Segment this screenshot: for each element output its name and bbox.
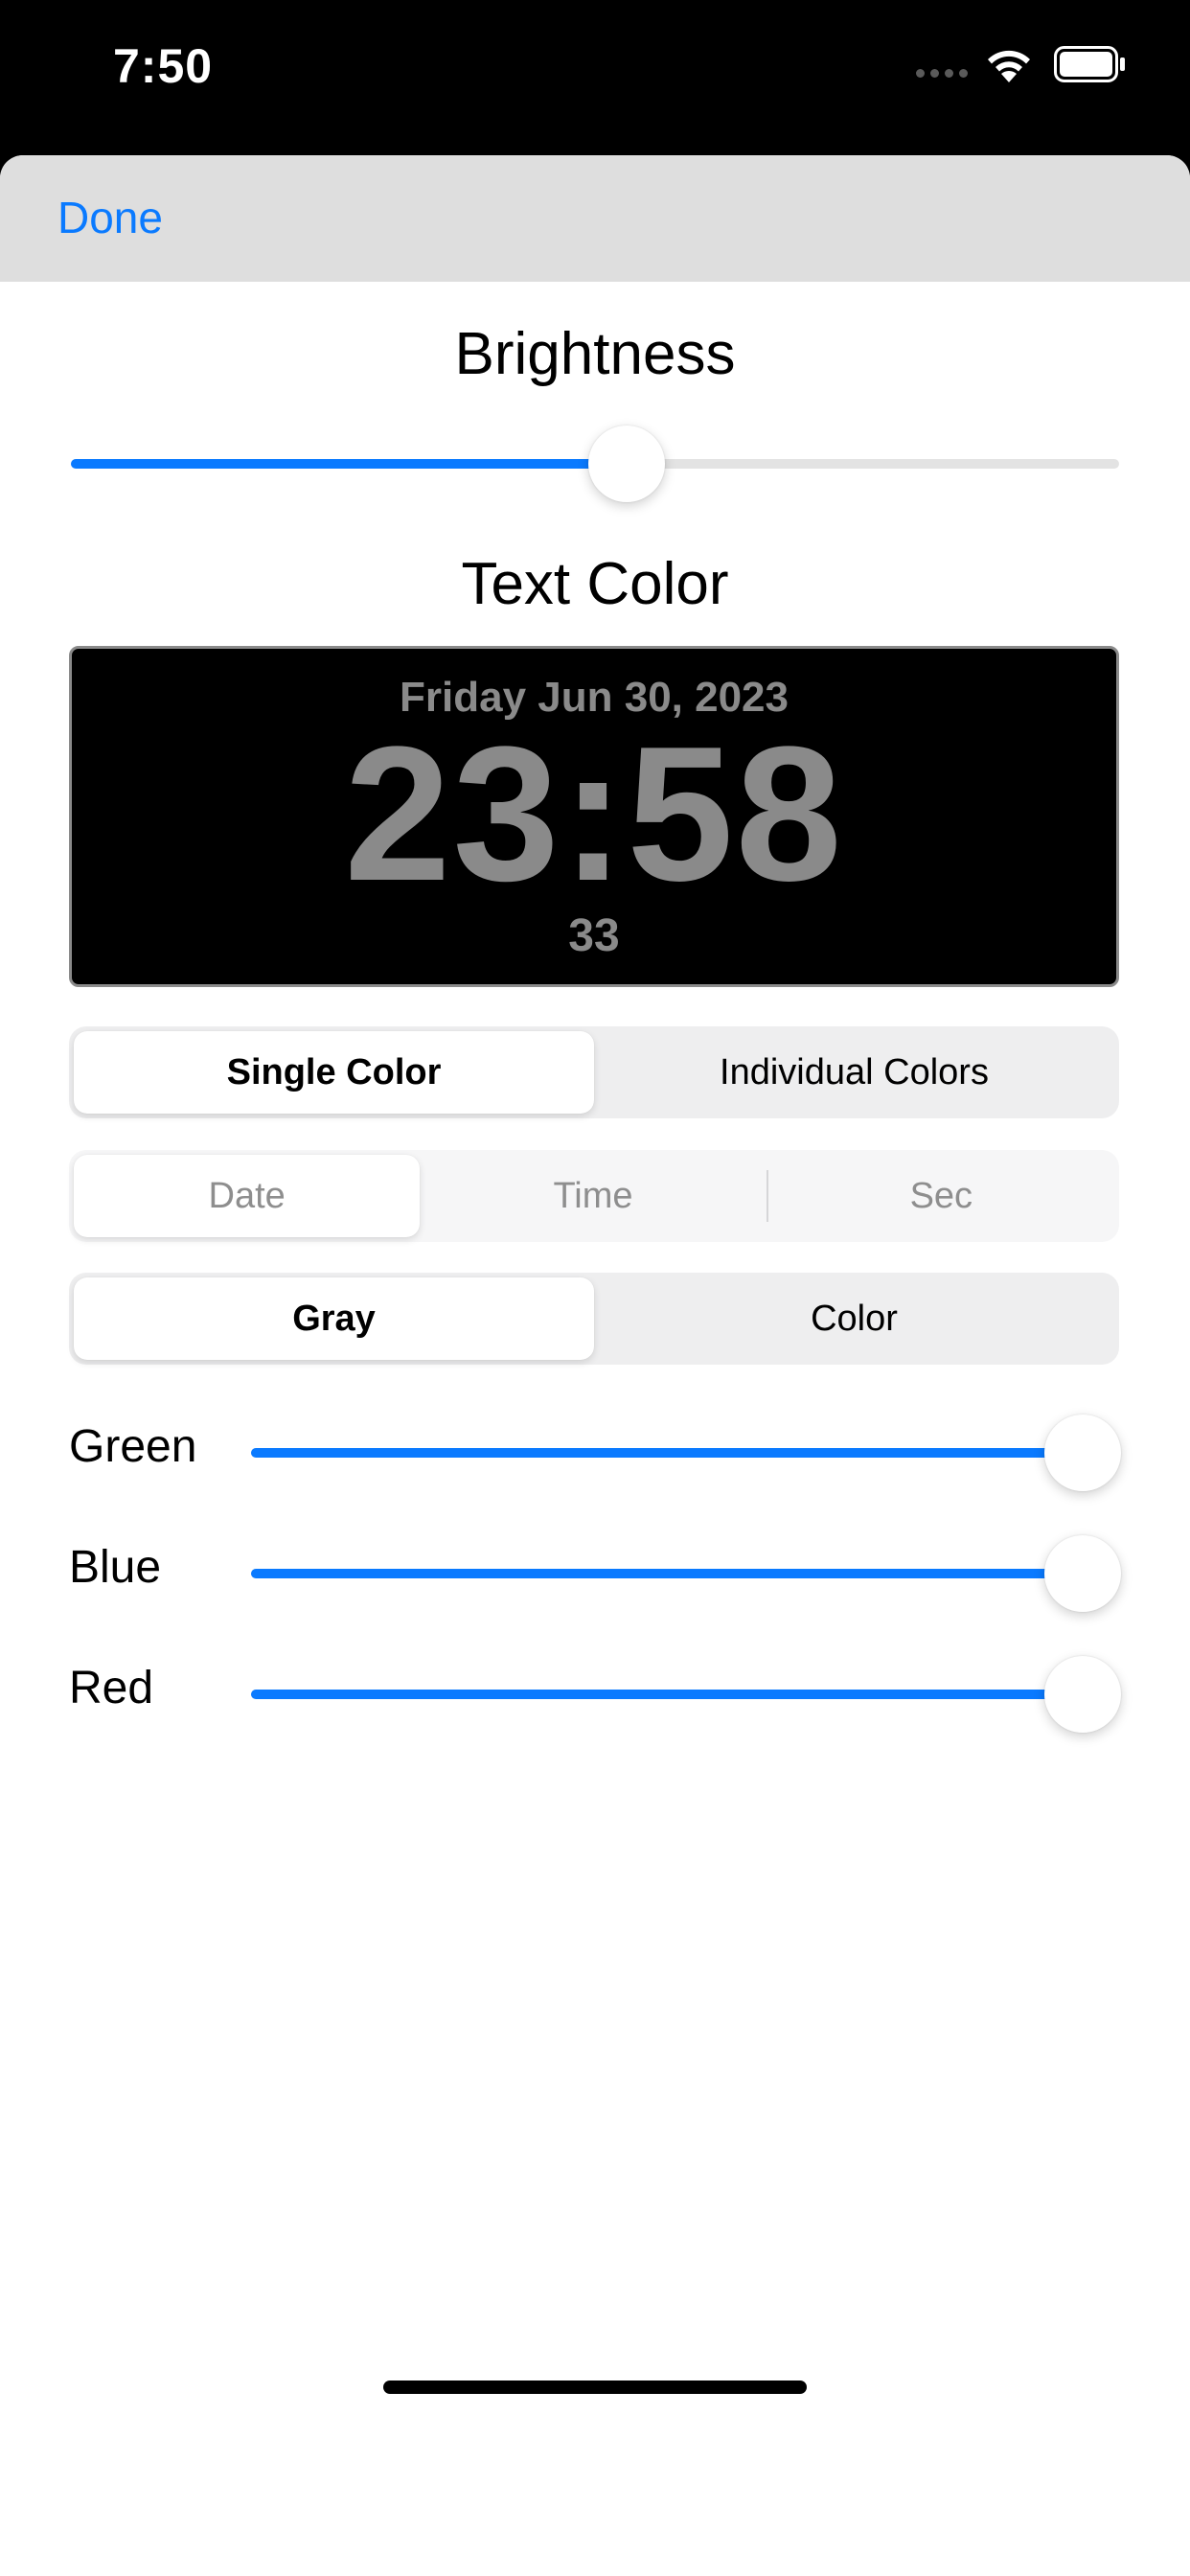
clock-preview: Friday Jun 30, 2023 23:58 33 [69,646,1119,987]
green-slider-fill [251,1448,1083,1458]
segment-date[interactable]: Date [74,1155,421,1237]
blue-slider[interactable] [251,1535,1121,1612]
palette-segmented-control[interactable]: Gray Color [69,1273,1119,1365]
status-time: 7:50 [113,39,214,93]
green-slider-thumb[interactable] [1044,1414,1121,1491]
clock-time: 23:58 [344,707,844,921]
component-segmented-control[interactable]: Date Time Sec [69,1150,1119,1242]
segment-color[interactable]: Color [594,1277,1114,1360]
green-slider[interactable] [251,1414,1121,1491]
segment-time[interactable]: Time [420,1155,766,1237]
segment-sec[interactable]: Sec [768,1155,1114,1237]
text-color-title: Text Color [461,551,729,617]
sheet-header: Done [0,155,1190,282]
green-label: Green [69,1421,197,1472]
blue-label: Blue [69,1542,162,1593]
segment-individual-colors[interactable]: Individual Colors [594,1031,1114,1114]
segment-gray[interactable]: Gray [74,1277,594,1360]
home-indicator [383,2380,807,2394]
brightness-slider[interactable] [71,426,1119,502]
red-slider-fill [251,1690,1083,1699]
status-bar: 7:50 [0,0,1190,153]
red-slider[interactable] [251,1656,1121,1733]
blue-slider-thumb[interactable] [1044,1535,1121,1612]
signal-dots-icon [916,69,968,78]
red-label: Red [69,1663,154,1714]
color-mode-segmented-control[interactable]: Single Color Individual Colors [69,1026,1119,1118]
blue-slider-fill [251,1569,1083,1578]
brightness-slider-fill [71,459,627,469]
red-slider-thumb[interactable] [1044,1656,1121,1733]
settings-sheet: Done Brightness Text Color Friday Jun 30… [0,155,1190,2576]
wifi-icon [988,50,1030,82]
done-button[interactable]: Done [57,192,163,243]
brightness-slider-thumb[interactable] [587,426,665,502]
battery-icon [1054,46,1125,82]
brightness-title: Brightness [454,321,736,387]
segment-single-color[interactable]: Single Color [74,1031,594,1114]
clock-seconds: 33 [568,910,620,961]
